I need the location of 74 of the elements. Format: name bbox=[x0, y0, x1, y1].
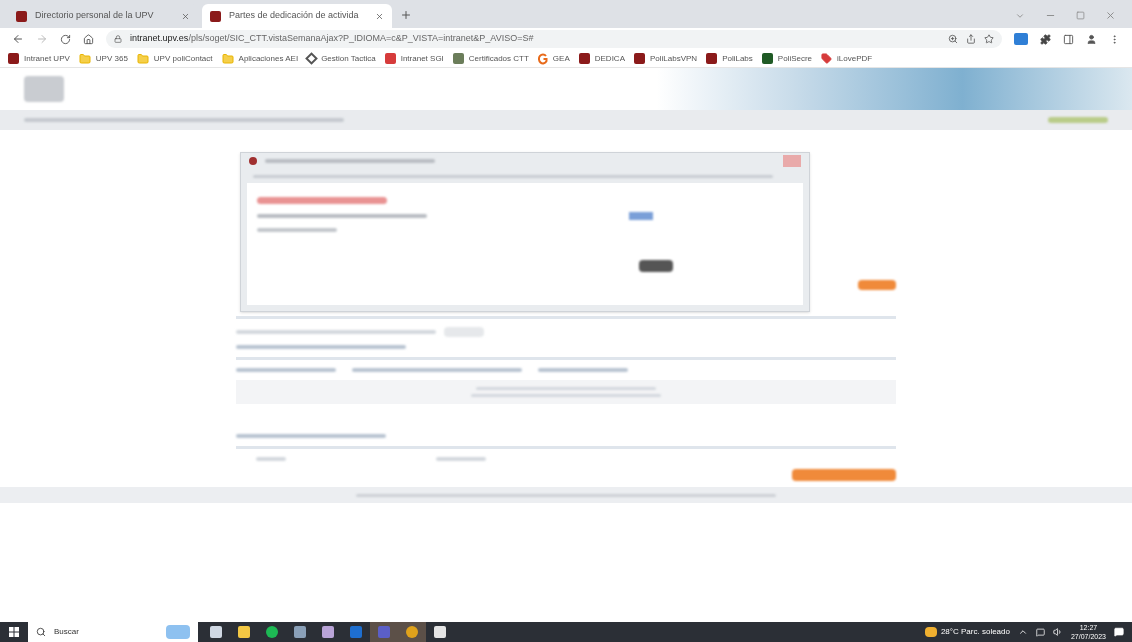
app-logo-icon bbox=[578, 53, 590, 64]
url-text: intranet.upv.es/pls/soget/SIC_CTT.vistaSemanaAjax?P_IDIOMA=c&P_VISTA=intranet&P_AVISO=S# bbox=[130, 32, 534, 46]
address-field[interactable]: intranet.upv.es/pls/soget/SIC_CTT.vistaSemanaAjax?P_IDIOMA=c&P_VISTA=intranet&P_AVISO=S# bbox=[106, 30, 1002, 48]
browser-tab[interactable]: Partes de dedicación de activida bbox=[202, 4, 392, 28]
blurred-text bbox=[436, 457, 486, 461]
share-icon[interactable] bbox=[966, 34, 976, 44]
app-icon bbox=[378, 626, 390, 638]
app-logo-icon bbox=[706, 53, 718, 64]
bookmark-link[interactable]: UPV poliContact bbox=[136, 52, 213, 65]
folder-icon bbox=[78, 52, 91, 65]
reload-icon[interactable] bbox=[60, 33, 71, 45]
profile-icon[interactable] bbox=[1086, 33, 1097, 45]
app-icon bbox=[238, 626, 250, 638]
folder-icon bbox=[136, 52, 149, 65]
new-tab-icon[interactable] bbox=[400, 9, 412, 21]
taskbar-search-field[interactable]: Buscar bbox=[28, 622, 198, 642]
app-logo-icon bbox=[452, 53, 464, 64]
bookmark-link[interactable]: UPV 365 bbox=[78, 52, 128, 65]
windows-logo-icon bbox=[9, 627, 19, 637]
folder-icon bbox=[221, 52, 234, 65]
app-icon bbox=[406, 626, 418, 638]
star-icon[interactable] bbox=[984, 34, 994, 44]
dialog-button[interactable] bbox=[639, 260, 673, 272]
blurred-field bbox=[444, 327, 484, 337]
extensions-icon[interactable] bbox=[1040, 33, 1051, 45]
close-icon[interactable] bbox=[1105, 10, 1116, 21]
bookmark-link[interactable]: Intranet UPV bbox=[8, 52, 70, 65]
bookmark-link[interactable]: DEDICA bbox=[578, 52, 625, 65]
close-icon[interactable] bbox=[375, 11, 384, 21]
lock-icon bbox=[114, 35, 122, 43]
zoom-icon[interactable] bbox=[948, 34, 958, 44]
bookmark-link[interactable]: PoliSecre bbox=[761, 52, 813, 65]
blurred-value bbox=[629, 212, 653, 220]
app-icon bbox=[294, 626, 306, 638]
weather-icon bbox=[924, 627, 937, 637]
app-logo-icon bbox=[634, 53, 645, 64]
side-panel-icon[interactable] bbox=[1063, 33, 1074, 45]
app-logo-icon bbox=[249, 157, 257, 165]
bookmark-link[interactable]: Aplicaciones AEI bbox=[221, 52, 299, 65]
app-logo-icon bbox=[16, 10, 27, 22]
bookmark-link[interactable]: GEA bbox=[537, 52, 570, 65]
home-icon[interactable] bbox=[83, 33, 94, 45]
blurred-badge bbox=[1048, 117, 1108, 123]
widget-drawing bbox=[166, 625, 190, 639]
chevron-icon[interactable] bbox=[1017, 627, 1028, 637]
bookmark-link[interactable]: PoliLabs bbox=[706, 52, 753, 65]
tab-title: Directorio personal de la UPV bbox=[35, 9, 155, 23]
app-icon bbox=[350, 626, 362, 638]
bookmark-link[interactable]: Gestion Tactica bbox=[307, 52, 376, 65]
app-logo-icon bbox=[761, 53, 773, 64]
blurred-text bbox=[256, 457, 286, 461]
app-logo-icon bbox=[210, 10, 221, 22]
app-logo-icon bbox=[8, 53, 19, 64]
search-placeholder: Buscar bbox=[54, 626, 79, 638]
arc-logo-icon bbox=[537, 52, 548, 65]
bookmark-link[interactable]: Certificados CTT bbox=[452, 52, 529, 65]
bookmark-link[interactable]: Intranet SGI bbox=[384, 52, 444, 65]
bookmark-link[interactable]: PoliLabsVPN bbox=[634, 52, 698, 65]
bookmark-link[interactable]: iLovePDF bbox=[821, 52, 873, 65]
logo-placeholder bbox=[24, 76, 64, 102]
extension-icon[interactable] bbox=[1014, 33, 1028, 45]
close-icon[interactable] bbox=[181, 11, 190, 21]
app-icon bbox=[434, 626, 446, 638]
app-icon bbox=[322, 626, 334, 638]
back-icon[interactable] bbox=[12, 33, 24, 45]
weather-text: 28°C Parc. soleado bbox=[940, 626, 1010, 638]
tag-icon bbox=[821, 53, 833, 64]
search-icon bbox=[36, 627, 46, 637]
app-icon bbox=[210, 626, 222, 638]
app-logo-icon bbox=[384, 53, 396, 64]
volume-icon[interactable] bbox=[1052, 627, 1063, 637]
notification-icon[interactable] bbox=[1114, 627, 1124, 637]
tab-title: Partes de dedicación de activida bbox=[229, 9, 360, 23]
app-icon bbox=[266, 626, 278, 638]
